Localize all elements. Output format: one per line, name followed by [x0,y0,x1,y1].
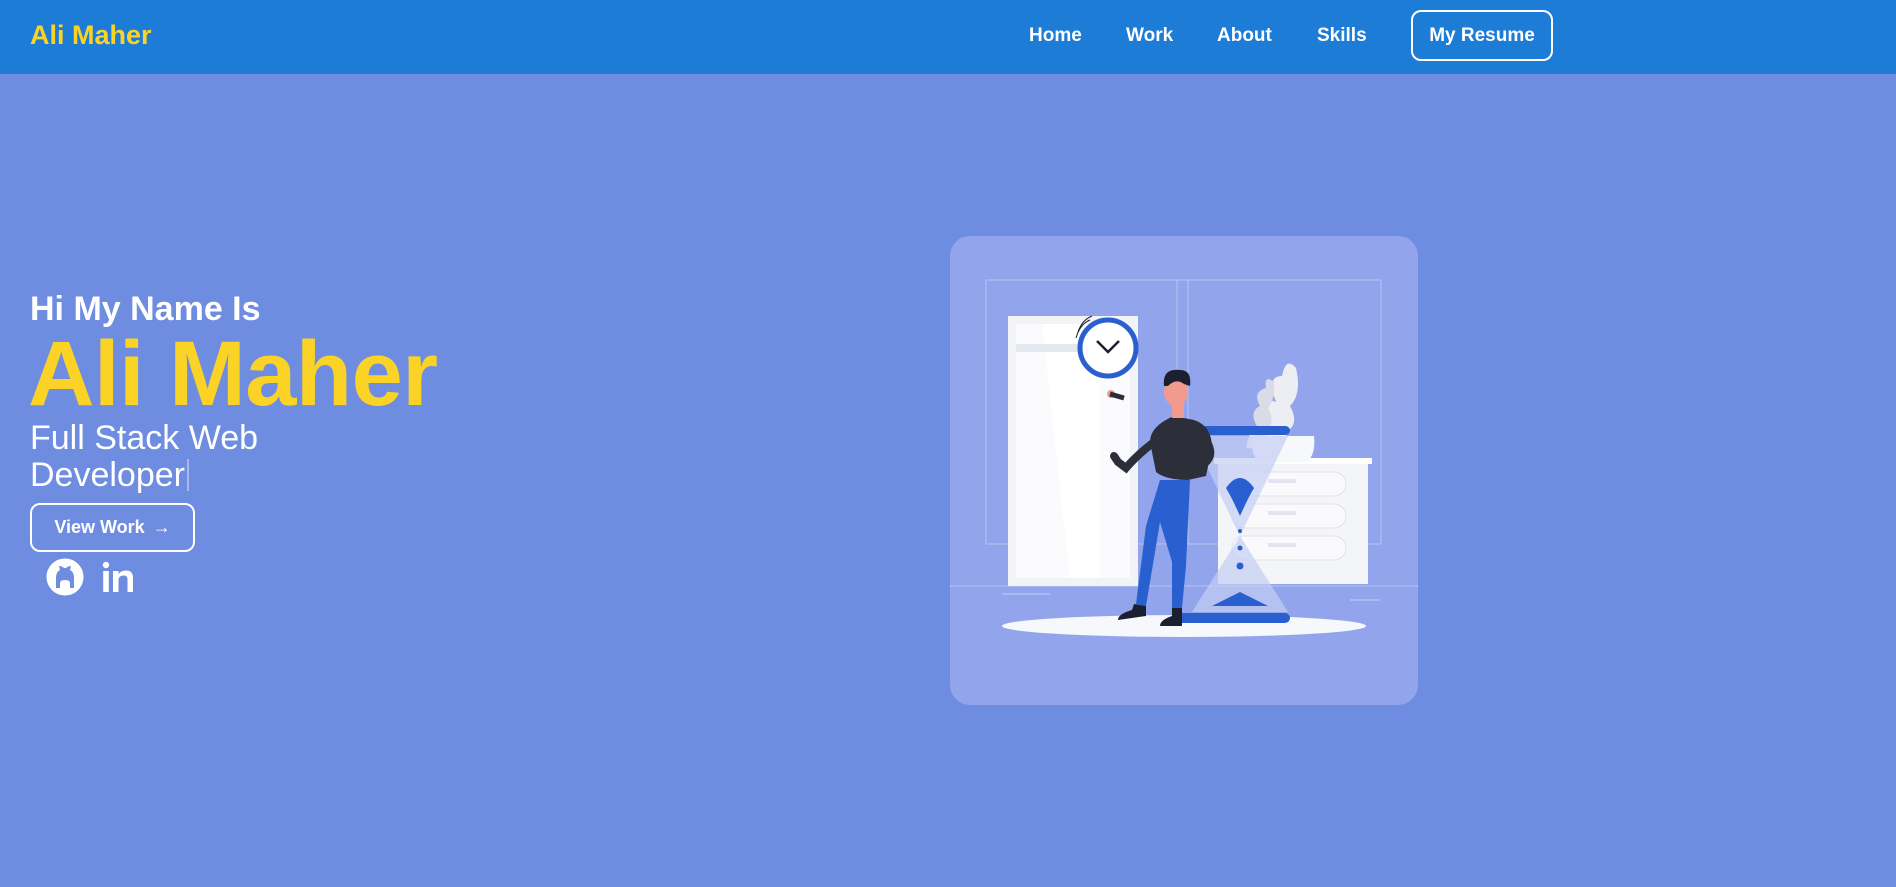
hero-name: Ali Maher [28,323,438,425]
nav-work-link[interactable]: Work [1126,25,1173,47]
github-icon[interactable] [46,558,84,596]
view-work-button[interactable]: View Work → [30,503,195,552]
brand-logo[interactable]: Ali Maher [30,20,152,51]
hero-role-text: Full Stack Web Developer [30,419,259,494]
navbar: Ali Maher Home Work About Skills My Resu… [0,0,1896,74]
arrow-right-icon: → [152,517,171,537]
view-work-label: View Work [54,517,145,537]
hero-role: Full Stack Web Developer [30,420,290,494]
nav-home-link[interactable]: Home [1029,25,1082,47]
hero-illustration [950,236,1418,705]
my-resume-button[interactable]: My Resume [1411,10,1553,61]
nav-skills-link[interactable]: Skills [1317,25,1367,47]
typing-caret [186,459,189,491]
linkedin-icon[interactable] [100,558,138,596]
nav-about-link[interactable]: About [1217,25,1272,47]
